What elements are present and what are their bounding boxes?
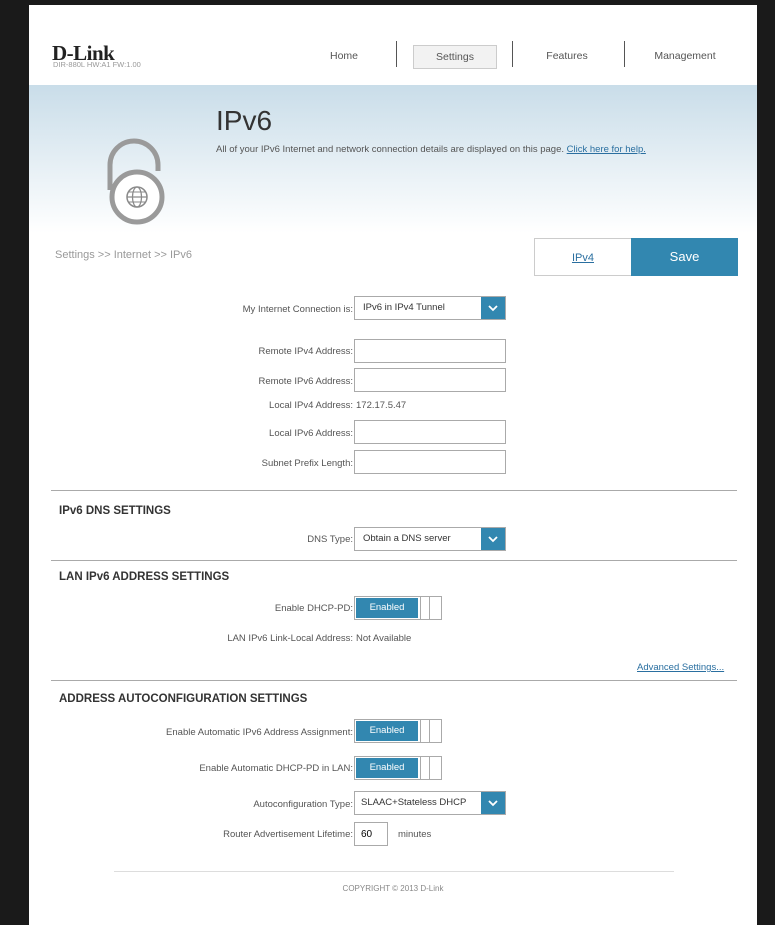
nav-divider — [512, 41, 513, 67]
auto-assign-toggle[interactable]: Enabled — [354, 719, 442, 743]
breadcrumb: Settings >> Internet >> IPv6 — [55, 249, 192, 261]
advanced-settings-link[interactable]: Advanced Settings... — [637, 662, 724, 673]
section-divider — [51, 560, 737, 561]
nav-settings[interactable]: Settings — [413, 45, 497, 69]
dns-section-title: IPv6 DNS SETTINGS — [59, 505, 171, 517]
auto-assign-label: Enable Automatic IPv6 Address Assignment… — [166, 727, 353, 738]
link-local-value: Not Available — [356, 633, 412, 644]
toggle-state: Enabled — [356, 721, 418, 741]
connection-type-value: IPv6 in IPv4 Tunnel — [363, 302, 445, 313]
ra-lifetime-unit: minutes — [398, 829, 432, 840]
lan-section-title: LAN IPv6 ADDRESS SETTINGS — [59, 571, 230, 583]
toggle-state: Enabled — [356, 598, 418, 618]
connection-type-select[interactable]: IPv6 in IPv4 Tunnel — [354, 296, 506, 320]
local-ipv6-input[interactable] — [354, 420, 506, 444]
autoconfig-section-title: ADDRESS AUTOCONFIGURATION SETTINGS — [59, 693, 308, 705]
router-settings-page: D-Link DIR-880L HW:A1 FW:1.00 Home Setti… — [29, 5, 757, 925]
top-bar: D-Link DIR-880L HW:A1 FW:1.00 Home Setti… — [29, 5, 757, 85]
subnet-prefix-input[interactable] — [354, 450, 506, 474]
autoconfig-type-value: SLAAC+Stateless DHCP — [361, 797, 467, 808]
footer-divider — [114, 871, 674, 872]
copyright: COPYRIGHT © 2013 D-Link — [342, 884, 444, 893]
ra-lifetime-input[interactable] — [354, 822, 388, 846]
autoconfig-type-select[interactable]: SLAAC+Stateless DHCP — [354, 791, 506, 815]
nav-management[interactable]: Management — [637, 45, 733, 67]
dns-type-value: Obtain a DNS server — [363, 533, 451, 544]
model-info: DIR-880L HW:A1 FW:1.00 — [53, 60, 141, 69]
page-description: All of your IPv6 Internet and network co… — [216, 144, 646, 155]
lock-globe-icon — [107, 138, 165, 225]
save-button[interactable]: Save — [631, 238, 738, 276]
chevron-down-icon — [481, 792, 505, 814]
help-link[interactable]: Click here for help. — [567, 144, 646, 155]
chevron-down-icon — [481, 297, 505, 319]
dhcp-pd-toggle[interactable]: Enabled — [354, 596, 442, 620]
remote-ipv6-label: Remote IPv6 Address: — [258, 376, 353, 387]
dhcp-pd-label: Enable DHCP-PD: — [274, 603, 353, 614]
auto-dhcp-pd-toggle[interactable]: Enabled — [354, 756, 442, 780]
link-local-label: LAN IPv6 Link-Local Address: — [227, 633, 353, 644]
ipv4-tab-link[interactable]: IPv4 — [534, 238, 631, 276]
toggle-knob — [420, 719, 430, 743]
toggle-state: Enabled — [356, 758, 418, 778]
nav-features[interactable]: Features — [527, 45, 607, 67]
page-title: IPv6 — [216, 105, 273, 136]
nav-divider — [396, 41, 397, 67]
remote-ipv4-label: Remote IPv4 Address: — [258, 346, 353, 357]
local-ipv6-label: Local IPv6 Address: — [269, 428, 353, 439]
toggle-knob — [420, 756, 430, 780]
nav-divider — [624, 41, 625, 67]
local-ipv4-value: 172.17.5.47 — [356, 400, 407, 411]
dns-type-select[interactable]: Obtain a DNS server — [354, 527, 506, 551]
ra-lifetime-label: Router Advertisement Lifetime: — [223, 829, 353, 840]
dns-type-label: DNS Type: — [307, 534, 353, 545]
section-divider — [51, 680, 737, 681]
remote-ipv6-input[interactable] — [354, 368, 506, 392]
section-divider — [51, 490, 737, 491]
toggle-knob — [420, 596, 430, 620]
remote-ipv4-input[interactable] — [354, 339, 506, 363]
connection-type-label: My Internet Connection is: — [242, 304, 353, 315]
auto-dhcp-pd-label: Enable Automatic DHCP-PD in LAN: — [199, 763, 353, 774]
subnet-prefix-label: Subnet Prefix Length: — [261, 458, 353, 469]
autoconfig-type-label: Autoconfiguration Type: — [253, 799, 353, 810]
local-ipv4-label: Local IPv4 Address: — [269, 400, 353, 411]
chevron-down-icon — [481, 528, 505, 550]
nav-home[interactable]: Home — [314, 45, 374, 67]
description-text: All of your IPv6 Internet and network co… — [216, 144, 565, 155]
